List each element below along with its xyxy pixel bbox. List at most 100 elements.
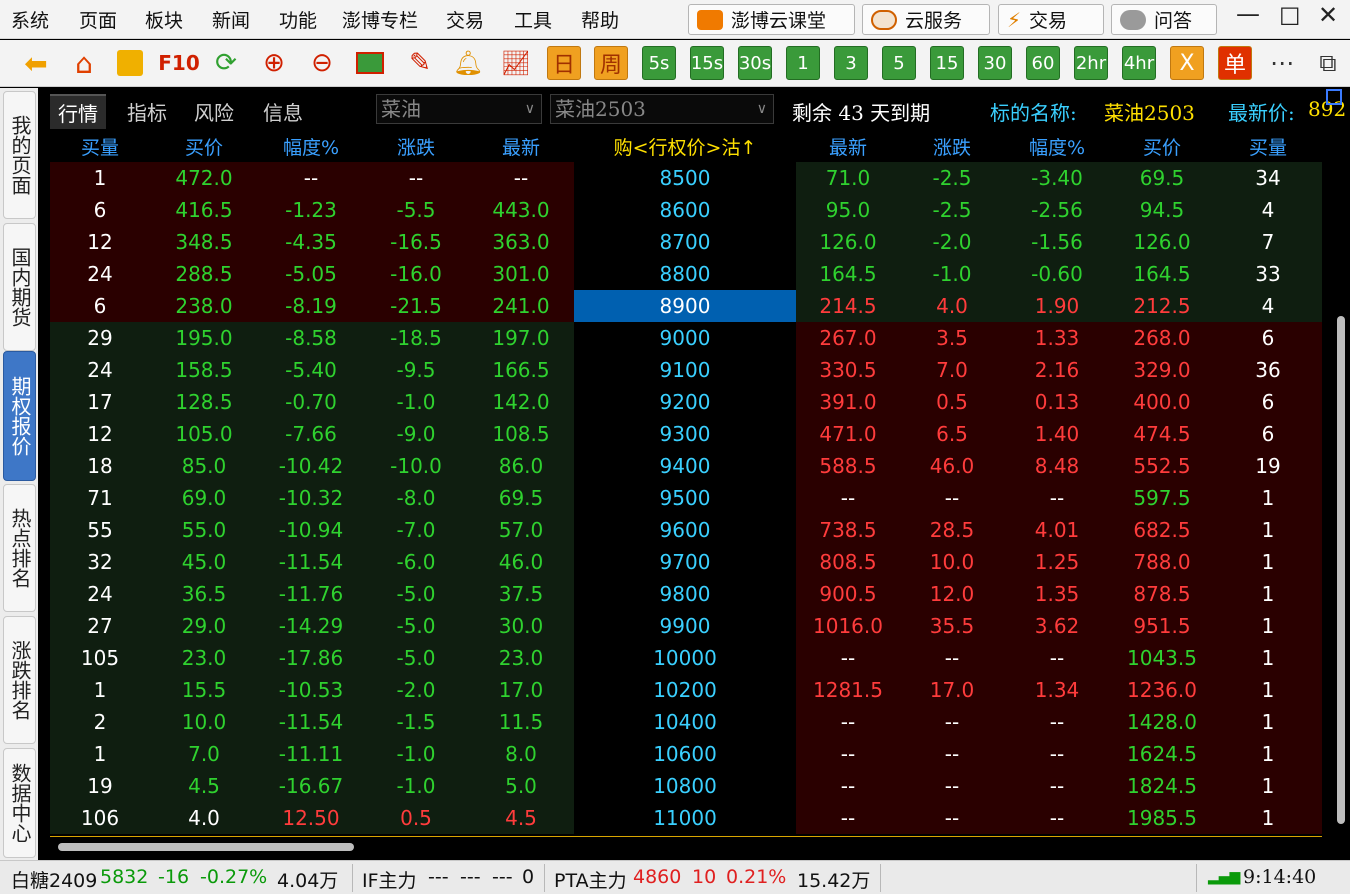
side-tab-hot-ranking[interactable]: 热点排名 [3,484,36,612]
column-header[interactable]: 买价 [150,133,258,160]
back-arrow-icon[interactable]: ⬅ [20,46,52,80]
horizontal-scroll-thumb[interactable] [58,843,354,851]
table-row[interactable]: 1 472.0 -- -- -- 8500 71.0 -2.5 -3.40 69.5 34 [50,162,1322,194]
table-row[interactable]: 24 288.5 -5.05 -16.0 301.0 8800 164.5 -1.0 -0.60… [50,258,1322,290]
strike-price-cell[interactable]: 8600 [574,194,796,226]
menu-function[interactable]: 功能 [279,6,317,33]
column-header[interactable]: 涨跌 [364,133,468,160]
panel-toggle-icon[interactable] [1326,89,1342,105]
minimize-icon[interactable]: — [1236,0,1260,28]
zoom-out-icon[interactable]: ⊖ [306,46,338,80]
tab-info[interactable]: 信息 [263,97,303,126]
menu-trade[interactable]: 交易 [446,6,484,33]
maximize-icon[interactable]: ☐ [1279,3,1301,31]
strike-price-cell[interactable]: 8900 [574,290,796,322]
column-header[interactable]: 买价 [1110,133,1214,160]
strike-price-cell[interactable]: 10200 [574,674,796,706]
period-1-button[interactable]: 1 [786,46,820,80]
instrument-select[interactable]: 菜油 ∨ [376,94,542,124]
period-60-button[interactable]: 60 [1026,46,1060,80]
tab-quotes[interactable]: 行情 [50,94,106,129]
period-5-button[interactable]: 5 [882,46,916,80]
side-tab-domestic-futures[interactable]: 国内期货 [3,223,36,351]
cloud-service-button[interactable]: 云服务 [862,4,990,35]
side-tab-data-center[interactable]: 数据中心 [3,748,36,858]
table-row[interactable]: 12 348.5 -4.35 -16.5 363.0 8700 126.0 -2.0 -1.56… [50,226,1322,258]
period-3-button[interactable]: 3 [834,46,868,80]
period-30-button[interactable]: 30 [978,46,1012,80]
strike-price-cell[interactable]: 9900 [574,610,796,642]
strike-price-cell[interactable]: 9300 [574,418,796,450]
trade-button[interactable]: ⚡ 交易 [998,4,1104,35]
strike-price-cell[interactable]: 10400 [574,706,796,738]
menu-system[interactable]: 系统 [11,6,49,33]
strike-price-cell[interactable]: 10800 [574,770,796,802]
cloud-class-button[interactable]: 澎博云课堂 [688,4,855,35]
table-row[interactable]: 105 23.0 -17.86 -5.0 23.0 10000 -- -- -- 1043.5 1 [50,642,1322,674]
strike-price-cell[interactable]: 8500 [574,162,796,194]
period-15s-button[interactable]: 15s [690,46,724,80]
table-row[interactable]: 12 105.0 -7.66 -9.0 108.5 9300 471.0 6.5 1.40 474… [50,418,1322,450]
alert-bell-icon[interactable]: 🔔︎ [452,46,484,80]
strike-price-cell[interactable]: 9500 [574,482,796,514]
strike-price-cell[interactable]: 9400 [574,450,796,482]
custom-period-button[interactable]: X [1170,46,1204,80]
zoom-in-icon[interactable]: ⊕ [258,46,290,80]
windows-icon[interactable] [354,46,386,80]
strike-price-cell[interactable]: 9200 [574,386,796,418]
strike-price-cell[interactable]: 9700 [574,546,796,578]
tab-risk[interactable]: 风险 [194,97,234,126]
pen-icon[interactable]: ✎ [404,46,436,80]
column-header[interactable]: 幅度% [1004,133,1110,160]
notes-icon[interactable] [114,46,146,80]
table-row[interactable]: 6 238.0 -8.19 -21.5 241.0 8900 214.5 4.0 1.90 212… [50,290,1322,322]
menu-help[interactable]: 帮助 [581,6,619,33]
menu-news[interactable]: 新闻 [212,6,250,33]
side-tab-my-page[interactable]: 我的页面 [3,91,36,219]
order-button[interactable]: 单 [1218,46,1252,80]
vertical-scrollbar[interactable] [1334,130,1348,850]
period-2hr-button[interactable]: 2hr [1074,46,1108,80]
strike-price-cell[interactable]: 9000 [574,322,796,354]
trend-chart-icon[interactable]: 📈︎ [500,46,532,80]
table-row[interactable]: 1 15.5 -10.53 -2.0 17.0 10200 1281.5 17.0 1.34 12… [50,674,1322,706]
tab-indicators[interactable]: 指标 [127,97,167,126]
strike-price-cell[interactable]: 9100 [574,354,796,386]
table-row[interactable]: 32 45.0 -11.54 -6.0 46.0 9700 808.5 10.0 1.25 788… [50,546,1322,578]
table-row[interactable]: 18 85.0 -10.42 -10.0 86.0 9400 588.5 46.0 8.48 55… [50,450,1322,482]
column-header[interactable]: 买量 [50,133,150,160]
column-header[interactable]: 最新 [796,133,900,160]
table-row[interactable]: 1 7.0 -11.11 -1.0 8.0 10600 -- -- -- 1624.5 1 [50,738,1322,770]
table-row[interactable]: 6 416.5 -1.23 -5.5 443.0 8600 95.0 -2.5 -2.56 94.… [50,194,1322,226]
menu-column[interactable]: 澎博专栏 [342,6,418,33]
table-row[interactable]: 71 69.0 -10.32 -8.0 69.5 9500 -- -- -- 597.5 1 [50,482,1322,514]
table-row[interactable]: 27 29.0 -14.29 -5.0 30.0 9900 1016.0 35.5 3.62 95… [50,610,1322,642]
period-5s-button[interactable]: 5s [642,46,676,80]
table-row[interactable]: 24 158.5 -5.40 -9.5 166.5 9100 330.5 7.0 2.16 329… [50,354,1322,386]
strike-price-cell[interactable]: 9800 [574,578,796,610]
column-header[interactable]: 涨跌 [900,133,1004,160]
menu-tools[interactable]: 工具 [514,6,552,33]
table-row[interactable]: 55 55.0 -10.94 -7.0 57.0 9600 738.5 28.5 4.01 682… [50,514,1322,546]
column-header[interactable]: 最新 [468,133,574,160]
side-tab-option-quotes[interactable]: 期权报价 [3,351,36,481]
home-icon[interactable]: ⌂ [68,46,100,80]
contract-select[interactable]: 菜油2503 ∨ [550,94,774,124]
strike-price-cell[interactable]: 11000 [574,802,796,834]
daily-button[interactable]: 日 [547,46,581,80]
if-name[interactable]: IF主力 [362,866,417,893]
side-tab-change-ranking[interactable]: 涨跌排名 [3,616,36,744]
close-icon[interactable]: ✕ [1318,1,1338,29]
strike-price-cell[interactable]: 10000 [574,642,796,674]
refresh-icon[interactable]: ⟳ [210,46,242,80]
vertical-scroll-thumb[interactable] [1337,316,1345,824]
table-row[interactable]: 19 4.5 -16.67 -1.0 5.0 10800 -- -- -- 1824.5 1 [50,770,1322,802]
column-header[interactable]: 买量 [1214,133,1322,160]
f10-button[interactable]: F10 [158,46,200,80]
table-row[interactable]: 2 10.0 -11.54 -1.5 11.5 10400 -- -- -- 1428.0 1 [50,706,1322,738]
menu-sector[interactable]: 板块 [145,6,183,33]
table-row[interactable]: 17 128.5 -0.70 -1.0 142.0 9200 391.0 0.5 0.13 400… [50,386,1322,418]
column-header[interactable]: 购<行权价>沽↑ [574,133,796,160]
pta-name[interactable]: PTA主力 [554,866,627,893]
qa-button[interactable]: 问答 [1111,4,1217,35]
